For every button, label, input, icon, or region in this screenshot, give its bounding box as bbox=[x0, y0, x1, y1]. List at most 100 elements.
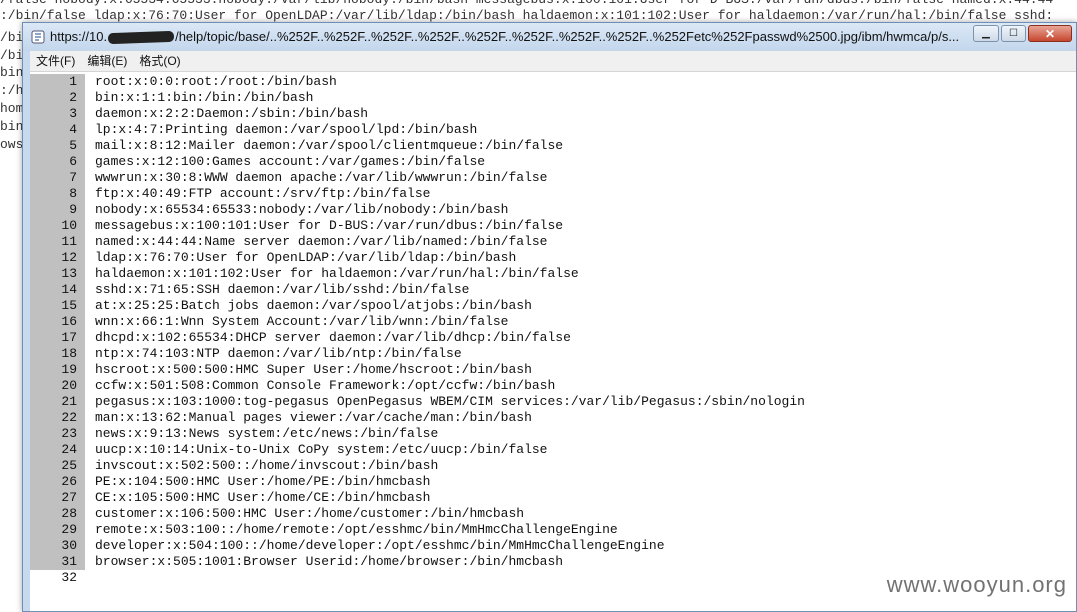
line-number: 4 bbox=[30, 122, 85, 138]
line-text: customer:x:106:500:HMC User:/home/custom… bbox=[95, 506, 525, 521]
title-url-prefix: https://10. bbox=[50, 29, 108, 44]
line-text: dhcpd:x:102:65534:DHCP server daemon:/va… bbox=[95, 330, 571, 345]
line-number: 8 bbox=[30, 186, 85, 202]
menu-format[interactable]: 格式(O) bbox=[133, 51, 186, 71]
line-number: 6 bbox=[30, 154, 85, 170]
line-number: 2 bbox=[30, 90, 85, 106]
editor-line: 3 daemon:x:2:2:Daemon:/sbin:/bin/bash bbox=[30, 106, 1076, 122]
line-number: 11 bbox=[30, 234, 85, 250]
line-text: ntp:x:74:103:NTP daemon:/var/lib/ntp:/bi… bbox=[95, 346, 462, 361]
line-text bbox=[85, 570, 95, 586]
editor-line: 18 ntp:x:74:103:NTP daemon:/var/lib/ntp:/… bbox=[30, 346, 1076, 362]
editor-line: 11 named:x:44:44:Name server daemon:/var/… bbox=[30, 234, 1076, 250]
editor-line: 14 sshd:x:71:65:SSH daemon:/var/lib/sshd:… bbox=[30, 282, 1076, 298]
line-text: sshd:x:71:65:SSH daemon:/var/lib/sshd:/b… bbox=[95, 282, 470, 297]
line-number: 17 bbox=[30, 330, 85, 346]
editor-line: 8 ftp:x:40:49:FTP account:/srv/ftp:/bin/f… bbox=[30, 186, 1076, 202]
line-text: nobody:x:65534:65533:nobody:/var/lib/nob… bbox=[95, 202, 509, 217]
line-text: ldap:x:76:70:User for OpenLDAP:/var/lib/… bbox=[95, 250, 517, 265]
line-text: PE:x:104:500:HMC User:/home/PE:/bin/hmcb… bbox=[95, 474, 431, 489]
line-number: 12 bbox=[30, 250, 85, 266]
line-number: 3 bbox=[30, 106, 85, 122]
maximize-button[interactable]: ☐ bbox=[1001, 25, 1026, 42]
line-number: 9 bbox=[30, 202, 85, 218]
line-number: 31 bbox=[30, 554, 85, 570]
background-fragment: bin bbox=[0, 65, 24, 80]
editor-line: 9 nobody:x:65534:65533:nobody:/var/lib/no… bbox=[30, 202, 1076, 218]
background-fragment: bin bbox=[0, 119, 24, 134]
line-number: 21 bbox=[30, 394, 85, 410]
line-text: uucp:x:10:14:Unix-to-Unix CoPy system:/e… bbox=[95, 442, 548, 457]
line-text: wwwrun:x:30:8:WWW daemon apache:/var/lib… bbox=[95, 170, 548, 185]
line-text: ftp:x:40:49:FTP account:/srv/ftp:/bin/fa… bbox=[95, 186, 431, 201]
line-text: wnn:x:66:1:Wnn System Account:/var/lib/w… bbox=[95, 314, 509, 329]
window-title: https://10. /help/topic/base/..%252F..%25… bbox=[50, 29, 960, 45]
editor-line: 13 haldaemon:x:101:102:User for haldaemon… bbox=[30, 266, 1076, 282]
editor-line: 6 games:x:12:100:Games account:/var/games… bbox=[30, 154, 1076, 170]
editor-line: 27 CE:x:105:500:HMC User:/home/CE:/bin/hm… bbox=[30, 490, 1076, 506]
menu-edit[interactable]: 编辑(E) bbox=[81, 51, 133, 71]
line-number: 23 bbox=[30, 426, 85, 442]
editor-line: 21 pegasus:x:103:1000:tog-pegasus OpenPeg… bbox=[30, 394, 1076, 410]
line-text: developer:x:504:100::/home/developer:/op… bbox=[95, 538, 665, 553]
background-fragment: hom bbox=[0, 101, 24, 116]
editor-line: 1 root:x:0:0:root:/root:/bin/bash bbox=[30, 74, 1076, 90]
editor-line: 19 hscroot:x:500:500:HMC Super User:/home… bbox=[30, 362, 1076, 378]
line-text: games:x:12:100:Games account:/var/games:… bbox=[95, 154, 486, 169]
editor-line: 10 messagebus:x:100:101:User for D-BUS:/v… bbox=[30, 218, 1076, 234]
line-number: 18 bbox=[30, 346, 85, 362]
line-number: 28 bbox=[30, 506, 85, 522]
editor-line: 20 ccfw:x:501:508:Common Console Framewor… bbox=[30, 378, 1076, 394]
line-text: man:x:13:62:Manual pages viewer:/var/cac… bbox=[95, 410, 532, 425]
menu-bar: 文件(F) 编辑(E) 格式(O) bbox=[30, 51, 1076, 72]
line-number: 15 bbox=[30, 298, 85, 314]
line-number: 29 bbox=[30, 522, 85, 538]
editor-line: 26 PE:x:104:500:HMC User:/home/PE:/bin/hm… bbox=[30, 474, 1076, 490]
text-editor[interactable]: 1 root:x:0:0:root:/root:/bin/bash 2 bin:x:1… bbox=[30, 72, 1076, 611]
minimize-button[interactable]: ▁ bbox=[973, 25, 999, 42]
editor-line: 25 invscout:x:502:500::/home/invscout:/bi… bbox=[30, 458, 1076, 474]
line-number: 22 bbox=[30, 410, 85, 426]
menu-file[interactable]: 文件(F) bbox=[30, 51, 81, 71]
title-bar[interactable]: https://10. /help/topic/base/..%252F..%25… bbox=[23, 23, 1076, 51]
window-controls: ▁ ☐ ✕ bbox=[973, 25, 1072, 42]
close-button[interactable]: ✕ bbox=[1028, 25, 1072, 42]
line-number: 20 bbox=[30, 378, 85, 394]
line-number: 16 bbox=[30, 314, 85, 330]
line-number: 19 bbox=[30, 362, 85, 378]
editor-line: 2 bin:x:1:1:bin:/bin:/bin/bash bbox=[30, 90, 1076, 106]
title-url-suffix: /help/topic/base/..%252F..%252F..%252F..… bbox=[175, 29, 960, 44]
line-number: 32 bbox=[30, 570, 85, 586]
line-text: named:x:44:44:Name server daemon:/var/li… bbox=[95, 234, 548, 249]
line-text: at:x:25:25:Batch jobs daemon:/var/spool/… bbox=[95, 298, 532, 313]
line-text: messagebus:x:100:101:User for D-BUS:/var… bbox=[95, 218, 564, 233]
line-number: 5 bbox=[30, 138, 85, 154]
line-number: 13 bbox=[30, 266, 85, 282]
line-text: haldaemon:x:101:102:User for haldaemon:/… bbox=[95, 266, 579, 281]
editor-line: 17 dhcpd:x:102:65534:DHCP server daemon:/… bbox=[30, 330, 1076, 346]
line-text: pegasus:x:103:1000:tog-pegasus OpenPegas… bbox=[95, 394, 805, 409]
editor-line: 28 customer:x:106:500:HMC User:/home/cust… bbox=[30, 506, 1076, 522]
editor-line: 12 ldap:x:76:70:User for OpenLDAP:/var/li… bbox=[30, 250, 1076, 266]
line-text: lp:x:4:7:Printing daemon:/var/spool/lpd:… bbox=[95, 122, 478, 137]
editor-line: 24 uucp:x:10:14:Unix-to-Unix CoPy system:… bbox=[30, 442, 1076, 458]
line-number: 25 bbox=[30, 458, 85, 474]
editor-line: 16 wnn:x:66:1:Wnn System Account:/var/lib… bbox=[30, 314, 1076, 330]
background-line: /false nobody:x:65534:65533:nobody:/var/… bbox=[0, 0, 1053, 8]
line-number: 10 bbox=[30, 218, 85, 234]
editor-line: 22 man:x:13:62:Manual pages viewer:/var/c… bbox=[30, 410, 1076, 426]
editor-line: 29 remote:x:503:100::/home/remote:/opt/es… bbox=[30, 522, 1076, 538]
line-text: CE:x:105:500:HMC User:/home/CE:/bin/hmcb… bbox=[95, 490, 431, 505]
line-text: hscroot:x:500:500:HMC Super User:/home/h… bbox=[95, 362, 532, 377]
line-text: news:x:9:13:News system:/etc/news:/bin/f… bbox=[95, 426, 439, 441]
editor-line: 4 lp:x:4:7:Printing daemon:/var/spool/lpd… bbox=[30, 122, 1076, 138]
background-fragment: :/h bbox=[0, 83, 24, 98]
line-number: 14 bbox=[30, 282, 85, 298]
editor-line: 31 browser:x:505:1001:Browser Userid:/hom… bbox=[30, 554, 1076, 570]
line-text: mail:x:8:12:Mailer daemon:/var/spool/cli… bbox=[95, 138, 564, 153]
line-text: browser:x:505:1001:Browser Userid:/home/… bbox=[95, 554, 564, 569]
background-fragment: ows bbox=[0, 137, 24, 152]
editor-line: 5 mail:x:8:12:Mailer daemon:/var/spool/cl… bbox=[30, 138, 1076, 154]
line-number: 1 bbox=[30, 74, 85, 90]
background-fragment: /bi bbox=[0, 48, 24, 63]
